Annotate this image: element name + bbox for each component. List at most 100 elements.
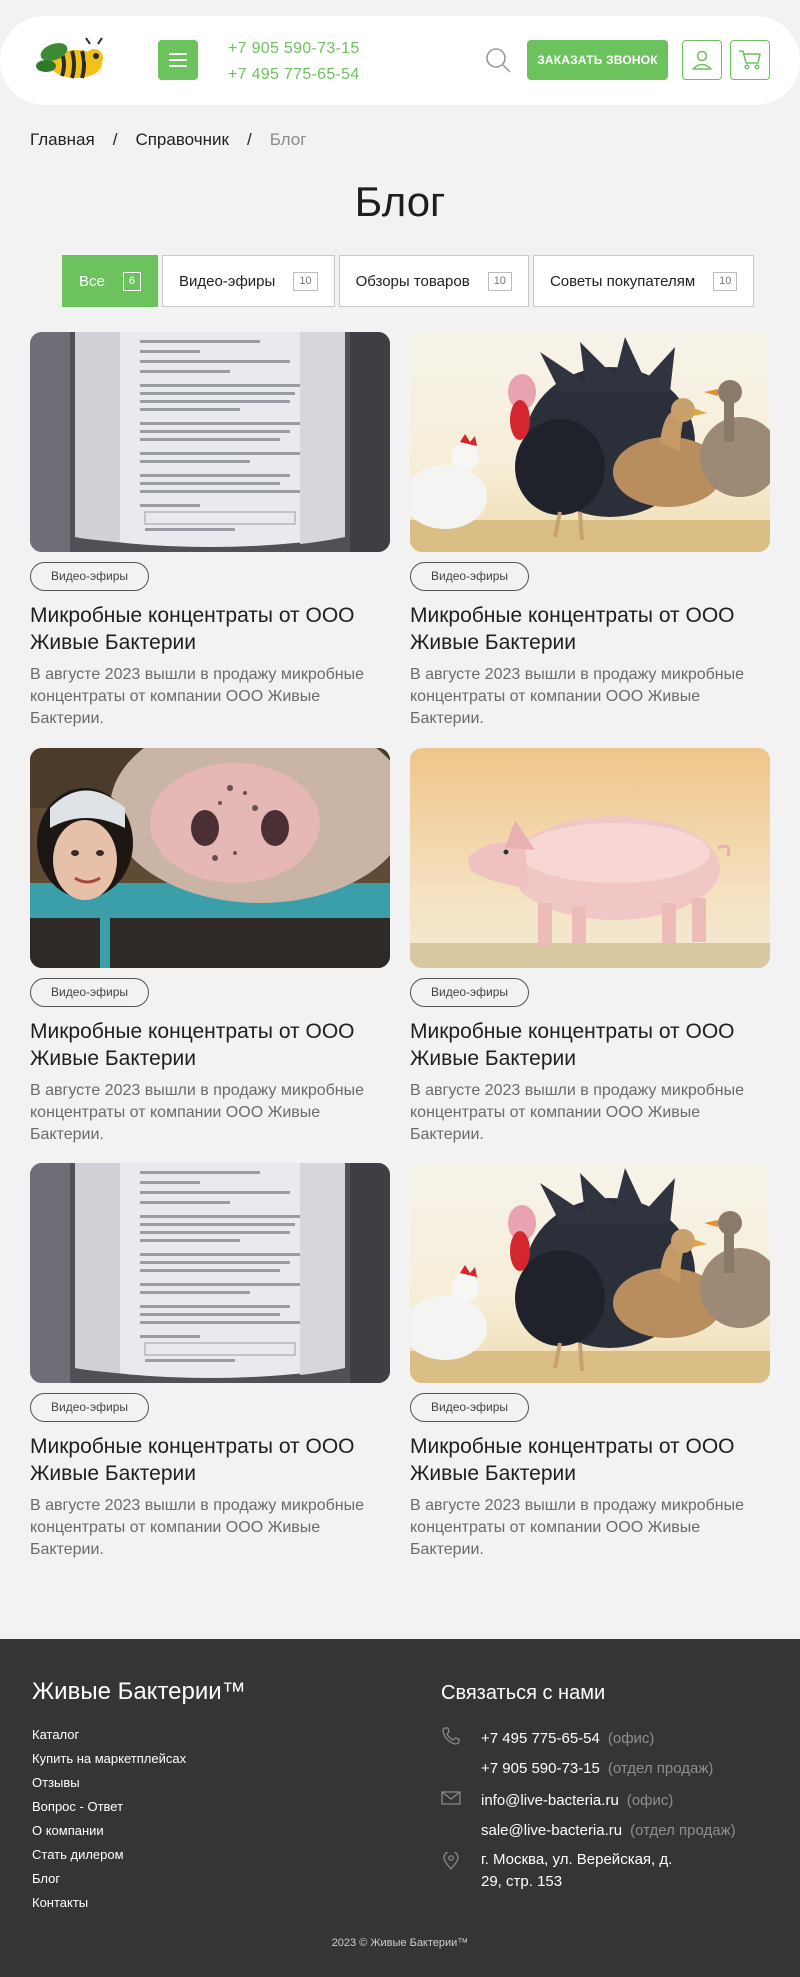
article-card: Видео-эфиры Микробные концентраты от ООО… <box>410 1163 770 1561</box>
mail-icon <box>441 1791 461 1805</box>
tab-label: Видео-эфиры <box>178 272 276 290</box>
contact-emails: info@live-bacteria.ru (офис) sale@live-ba… <box>441 1786 736 1846</box>
footer-email-link[interactable]: info@live-bacteria.ru <box>481 1792 619 1809</box>
contact-line: sale@live-bacteria.ru (отдел продаж) <box>481 1816 736 1846</box>
tab-count-badge: 10 <box>487 271 512 291</box>
menu-icon-bar <box>169 53 187 55</box>
article-image[interactable] <box>30 332 390 552</box>
footer-nav-item: Блог <box>32 1867 186 1891</box>
user-icon <box>692 50 712 70</box>
header-phones: +7 905 590-73-15 +7 495 775-65-54 <box>228 36 360 88</box>
article-title[interactable]: Микробные концентраты от ООО Живые Бакте… <box>410 602 770 656</box>
footer-nav-item: О компании <box>32 1819 186 1843</box>
article-title[interactable]: Микробные концентраты от ООО Живые Бакте… <box>410 1433 770 1487</box>
page-title: Блог <box>354 178 446 225</box>
article-card: Видео-эфиры Микробные концентраты от ООО… <box>410 748 770 1146</box>
footer-phone-link[interactable]: +7 495 775-65-54 <box>481 1730 600 1747</box>
address-line: 29, стр. 153 <box>481 1873 563 1890</box>
footer-link-about[interactable]: О компании <box>32 1823 104 1838</box>
contact-line: +7 905 590-73-15 (отдел продаж) <box>481 1754 713 1784</box>
copyright: 2023 © Живые Бактерии™ <box>331 1937 469 1949</box>
account-button[interactable] <box>682 40 722 80</box>
cart-button[interactable] <box>730 40 770 80</box>
contacts-title: Связаться с нами <box>441 1682 606 1704</box>
footer-nav-item: Отзывы <box>32 1771 186 1795</box>
article-card: Видео-эфиры Микробные концентраты от ООО… <box>30 1163 390 1561</box>
tab-all[interactable]: Все 6 <box>62 255 158 307</box>
footer-nav-item: Вопрос - Ответ <box>32 1795 186 1819</box>
article-tag[interactable]: Видео-эфиры <box>410 978 530 1007</box>
article-title[interactable]: Микробные концентраты от ООО Живые Бакте… <box>30 1018 390 1072</box>
header-phone-link[interactable]: +7 495 775-65-54 <box>228 62 360 88</box>
article-image[interactable] <box>30 748 390 968</box>
article-title[interactable]: Микробные концентраты от ООО Живые Бакте… <box>410 1018 770 1072</box>
tab-label: Обзоры товаров <box>355 272 470 290</box>
tab-reviews[interactable]: Обзоры товаров 10 <box>338 255 529 307</box>
contact-phones: +7 495 775-65-54 (офис) +7 905 590-73-15 (… <box>441 1724 713 1784</box>
site-header: +7 905 590-73-15 +7 495 775-65-54 ЗАКАЗА… <box>0 16 800 105</box>
order-callback-button[interactable]: ЗАКАЗАТЬ ЗВОНОК <box>527 40 668 80</box>
article-card: Видео-эфиры Микробные концентраты от ООО… <box>30 332 390 730</box>
article-tag[interactable]: Видео-эфиры <box>30 1393 150 1422</box>
tab-label: Советы покупателям <box>549 272 696 290</box>
footer-email-link[interactable]: sale@live-bacteria.ru <box>481 1822 622 1839</box>
tab-count-badge: 6 <box>122 271 141 291</box>
article-card: Видео-эфиры Микробные концентраты от ООО… <box>410 332 770 730</box>
article-image[interactable] <box>410 332 770 552</box>
footer-nav-item: Контакты <box>32 1891 186 1915</box>
article-image[interactable] <box>410 748 770 968</box>
breadcrumb-home[interactable]: Главная <box>30 130 95 150</box>
footer-link-contacts[interactable]: Контакты <box>32 1895 88 1910</box>
article-tag[interactable]: Видео-эфиры <box>410 1393 530 1422</box>
article-tag[interactable]: Видео-эфиры <box>30 562 150 591</box>
header-phone-link[interactable]: +7 905 590-73-15 <box>228 36 360 62</box>
breadcrumb-current: Блог <box>269 130 307 149</box>
article-excerpt: В августе 2023 вышли в продажу микробные… <box>410 1082 745 1143</box>
article-excerpt: В августе 2023 вышли в продажу микробные… <box>30 1082 365 1143</box>
footer-link-catalog[interactable]: Каталог <box>32 1727 79 1742</box>
contact-note: (офис) <box>626 1792 674 1809</box>
search-icon[interactable] <box>484 46 512 74</box>
footer-phone-link[interactable]: +7 905 590-73-15 <box>481 1760 600 1777</box>
contact-line: info@live-bacteria.ru (офис) <box>481 1786 736 1816</box>
footer-link-reviews[interactable]: Отзывы <box>32 1775 80 1790</box>
article-excerpt: В августе 2023 вышли в продажу микробные… <box>410 1497 745 1558</box>
article-title[interactable]: Микробные концентраты от ООО Живые Бакте… <box>30 602 390 656</box>
footer-link-marketplaces[interactable]: Купить на маркетплейсах <box>32 1751 186 1766</box>
breadcrumb: Главная / Справочник / Блог <box>30 130 306 150</box>
article-excerpt: В августе 2023 вышли в продажу микробные… <box>30 1497 365 1558</box>
article-card: Видео-эфиры Микробные концентраты от ООО… <box>30 748 390 1146</box>
tab-label: Все <box>79 272 105 290</box>
tab-video[interactable]: Видео-эфиры 10 <box>161 255 335 307</box>
address-line: г. Москва, ул. Верейская, д. <box>481 1851 673 1868</box>
contact-note: (офис) <box>607 1730 655 1747</box>
footer-nav: Каталог Купить на маркетплейсах Отзывы В… <box>32 1723 186 1915</box>
cart-icon <box>739 50 761 70</box>
footer-link-blog[interactable]: Блог <box>32 1871 60 1886</box>
location-icon <box>443 1852 459 1870</box>
bee-logo[interactable] <box>32 36 108 84</box>
footer-link-faq[interactable]: Вопрос - Ответ <box>32 1799 123 1814</box>
footer-nav-item: Стать дилером <box>32 1843 186 1867</box>
breadcrumb-section[interactable]: Справочник <box>135 130 229 150</box>
article-title[interactable]: Микробные концентраты от ООО Живые Бакте… <box>30 1433 390 1487</box>
breadcrumb-separator: / <box>246 130 252 149</box>
tab-count-badge: 10 <box>713 271 738 291</box>
article-tag[interactable]: Видео-эфиры <box>30 978 150 1007</box>
footer-brand: Живые Бактерии™ <box>32 1678 246 1705</box>
article-excerpt: В августе 2023 вышли в продажу микробные… <box>30 666 365 727</box>
article-tag[interactable]: Видео-эфиры <box>410 562 530 591</box>
article-image[interactable] <box>410 1163 770 1383</box>
contact-note: (отдел продаж) <box>630 1822 736 1839</box>
article-image[interactable] <box>30 1163 390 1383</box>
tab-tips[interactable]: Советы покупателям 10 <box>532 255 755 307</box>
tab-count-badge: 10 <box>293 271 318 291</box>
contact-note: (отдел продаж) <box>607 1760 714 1777</box>
breadcrumb-separator: / <box>112 130 118 149</box>
footer-nav-item: Купить на маркетплейсах <box>32 1747 186 1771</box>
footer-link-dealer[interactable]: Стать дилером <box>32 1847 124 1862</box>
menu-icon-bar <box>169 59 187 61</box>
menu-button[interactable] <box>158 40 198 80</box>
menu-icon-bar <box>169 65 187 67</box>
site-footer: Живые Бактерии™ Каталог Купить на маркет… <box>0 1639 800 1977</box>
